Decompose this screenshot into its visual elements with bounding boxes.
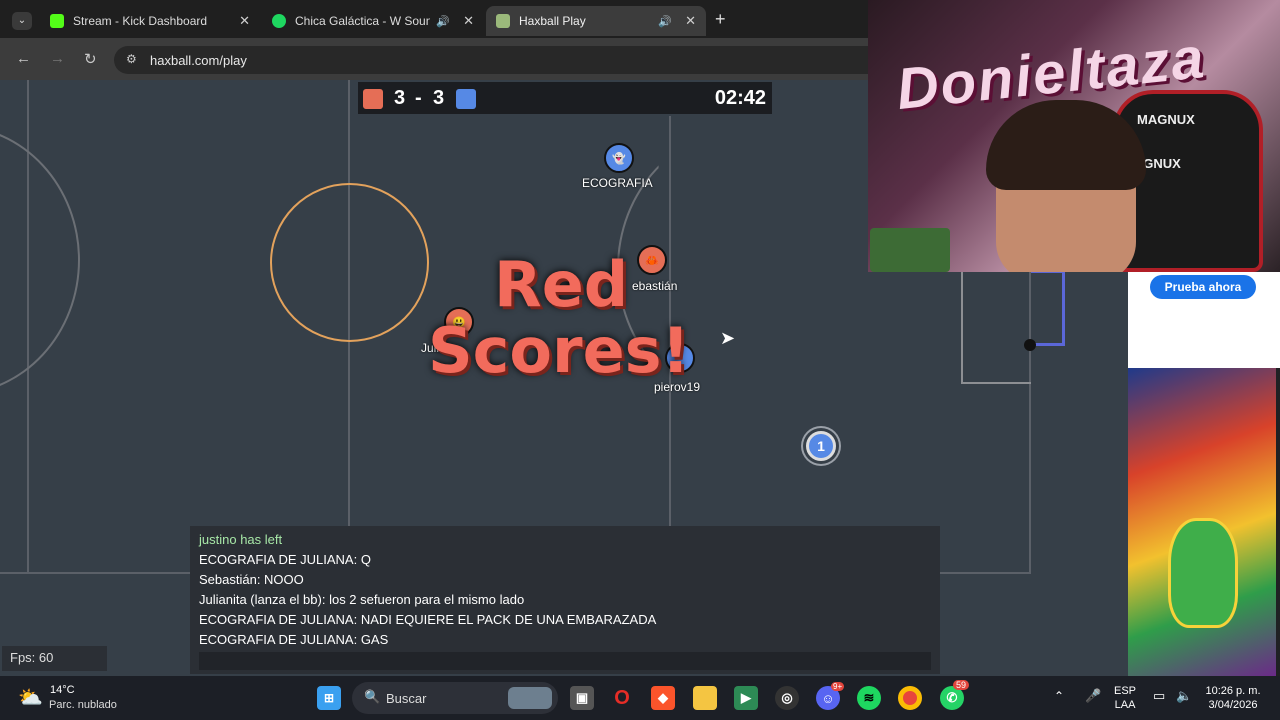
volume-icon[interactable]: 🔈 (1176, 688, 1192, 704)
mouse-cursor-icon: ➤ (720, 328, 736, 348)
red-team-chip (363, 89, 383, 109)
clock[interactable]: 10:26 p. m. 3/04/2026 (1202, 684, 1264, 712)
tab-label: Chica Galáctica - W Sound (295, 14, 430, 28)
speaker-icon[interactable]: 🔊 (658, 15, 672, 28)
chrome-icon[interactable] (898, 686, 922, 710)
left-arc (0, 125, 80, 395)
close-tab-icon[interactable]: ✕ (239, 13, 250, 29)
tab-kick-dashboard[interactable]: Stream - Kick Dashboard ✕ (40, 6, 260, 36)
red-score: 3 (394, 87, 406, 109)
language-indicator[interactable]: ESP LAA (1114, 684, 1136, 712)
windows-taskbar: ⛅ 14°C Parc. nublado ⊞ 🔍 Buscar ▣ O ◆ ▶ … (0, 676, 1280, 720)
layout-code: LAA (1114, 699, 1136, 711)
player-self: 1 (806, 431, 836, 461)
search-highlight-icon (508, 687, 552, 709)
chat-input[interactable] (199, 652, 931, 670)
fps-counter: Fps: 60 (2, 646, 107, 671)
close-tab-icon[interactable]: ✕ (463, 13, 474, 29)
discord-badge: 9+ (831, 682, 845, 691)
address-bar[interactable]: ⚙ haxball.com/play (114, 46, 868, 74)
goal-post-blue (1031, 270, 1065, 346)
tab-label: Stream - Kick Dashboard (73, 14, 208, 28)
weather-temp[interactable]: 14°C (50, 684, 75, 696)
tab-label: Haxball Play (519, 14, 586, 28)
score-separator: - (415, 87, 422, 109)
scoreboard: 3 - 3 02:42 (358, 82, 772, 114)
ad-panel: Prueba ahora (1128, 272, 1280, 368)
network-icon[interactable]: ▭ (1153, 688, 1165, 704)
taskbar-search[interactable]: 🔍 Buscar (352, 682, 558, 714)
goal-banner-line1: Red (494, 248, 629, 321)
chair-logo-text: MAGNUX (1137, 112, 1195, 127)
player-name: ECOGRAFIA (582, 176, 653, 190)
chat-line: ECOGRAFIA DE JULIANA: Q (199, 552, 371, 567)
chat-line: ECOGRAFIA DE JULIANA: NADI EQUIERE EL PA… (199, 612, 657, 627)
close-tab-icon[interactable]: ✕ (685, 13, 696, 29)
spotify-favicon-icon (272, 14, 286, 28)
dev-app-icon[interactable]: ▶ (734, 686, 758, 710)
brave-icon[interactable]: ◆ (651, 686, 675, 710)
clock-time: 10:26 p. m. (1205, 685, 1261, 697)
tab-search-dropdown-icon[interactable]: ⌄ (12, 12, 32, 30)
goal-box (961, 270, 1031, 384)
chat-line: Sebastián: NOOO (199, 572, 304, 587)
weather-desc[interactable]: Parc. nublado (49, 699, 117, 711)
player-name: ebastián (632, 279, 678, 293)
browser-tabbar: ⌄ Stream - Kick Dashboard ✕ Chica Galáct… (0, 0, 868, 38)
site-settings-icon[interactable]: ⚙ (126, 52, 137, 66)
search-icon: 🔍 (364, 689, 381, 704)
task-view-icon[interactable]: ▣ (570, 686, 594, 710)
goal-banner-line2: Scores! (428, 314, 690, 387)
match-timer: 02:42 (714, 87, 766, 109)
back-icon[interactable]: ← (16, 50, 31, 67)
tray-chevron-icon[interactable]: ⌃ (1054, 689, 1064, 703)
lang-code: ESP (1114, 685, 1137, 697)
windows-start-icon[interactable]: ⊞ (317, 686, 341, 710)
player-ecografia: 👻 (604, 143, 634, 173)
ad-frog-image[interactable] (1128, 368, 1276, 676)
chat-line: ECOGRAFIA DE JULIANA: GAS (199, 632, 389, 647)
clock-date: 3/04/2026 (1208, 699, 1258, 711)
try-now-button[interactable]: Prueba ahora (1150, 275, 1256, 299)
frog-illustration (1168, 518, 1238, 628)
microphone-icon[interactable]: 🎤 (1085, 688, 1101, 704)
desk-figures (870, 228, 950, 272)
new-tab-icon[interactable]: + (715, 9, 726, 30)
opera-icon[interactable]: O (610, 686, 634, 710)
search-placeholder: Buscar (386, 690, 427, 706)
file-explorer-icon[interactable] (693, 686, 717, 710)
tab-spotify[interactable]: Chica Galáctica - W Sound 🔊 ✕ (262, 6, 484, 36)
whatsapp-badge: 59 (953, 680, 970, 690)
goal-post-dot (1024, 339, 1036, 351)
chat-line: Julianita (lanza el bb): los 2 sefueron … (199, 592, 525, 607)
obs-icon[interactable]: ◎ (775, 686, 799, 710)
haxball-favicon-icon (496, 14, 510, 28)
spotify-icon[interactable]: ≋ (857, 686, 881, 710)
center-circle (270, 183, 429, 342)
forward-icon[interactable]: → (50, 50, 65, 67)
blue-score: 3 (433, 87, 445, 109)
tab-haxball[interactable]: Haxball Play 🔊 ✕ (486, 6, 706, 36)
reload-icon[interactable]: ↻ (84, 50, 97, 68)
chat-line: justino has left (199, 532, 283, 547)
webcam-overlay: Donieltaza MAGNUX MAGNUX (868, 0, 1280, 272)
weather-icon[interactable]: ⛅ (18, 685, 43, 710)
player-sebastian: 🦀 (637, 245, 667, 275)
speaker-icon[interactable]: 🔊 (436, 15, 450, 28)
blue-team-chip (456, 89, 476, 109)
kick-favicon-icon (50, 14, 64, 28)
address-text: haxball.com/play (150, 52, 247, 68)
